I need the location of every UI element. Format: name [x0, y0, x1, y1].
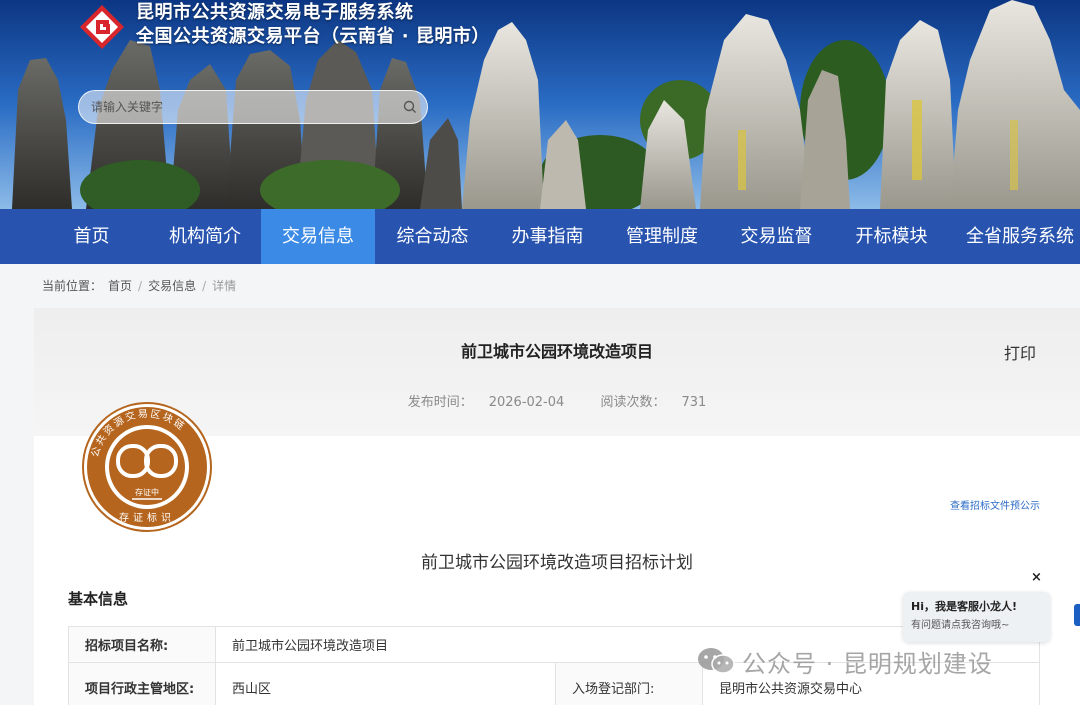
site-title-line2: 全国公共资源交易平台（云南省 · 昆明市） [136, 26, 490, 47]
article-title: 前卫城市公园环境改造项目 [460, 342, 653, 361]
site-title-line1: 昆明市公共资源交易电子服务系统 [136, 2, 414, 23]
breadcrumb: 当前位置： 首页 / 交易信息 / 详情 [42, 279, 237, 293]
publish-date: 2026-02-04 [488, 395, 565, 410]
chat-greeting: Hi，我是客服小龙人! [911, 600, 1017, 613]
watermark-text: 公众号 · 昆明规划建设 [742, 649, 993, 678]
wechat-icon [698, 648, 735, 674]
header-banner: 昆明市公共资源交易电子服务系统 全国公共资源交易平台（云南省 · 昆明市） [0, 0, 1080, 209]
table-label: 入场登记部门: [555, 662, 703, 705]
nav-item-news[interactable]: 综合动态 [375, 209, 490, 264]
nav-item-about[interactable]: 机构简介 [149, 209, 261, 264]
chat-subtext: 有问题请点我咨询哦~ [911, 620, 1010, 631]
views-label: 阅读次数： [600, 395, 666, 410]
bid-doc-preview-link[interactable]: 查看招标文件预公示 [950, 497, 1040, 512]
nav-item-bid-opening[interactable]: 开标模块 [834, 209, 949, 264]
views-count: 731 [681, 395, 707, 410]
blockchain-stamp-seal: 公共资源交易区块链 存证中 存证标识 [82, 402, 212, 532]
nav-item-trade-info[interactable]: 交易信息 [261, 209, 375, 264]
search-box [78, 90, 428, 124]
table-value: 西山区 [215, 662, 556, 705]
chat-avatar-tab[interactable] [1074, 604, 1080, 626]
breadcrumb-prefix: 当前位置： [42, 279, 103, 293]
print-button[interactable]: 打印 [1004, 340, 1036, 364]
table-label: 项目行政主管地区: [68, 662, 216, 705]
search-input[interactable] [91, 91, 391, 123]
stamp-bottom-text: 存证标识 [119, 511, 175, 524]
breadcrumb-current: 详情 [212, 279, 237, 293]
nav-item-supervision[interactable]: 交易监督 [719, 209, 834, 264]
nav-item-province-services[interactable]: 全省服务系统 [949, 209, 1080, 264]
customer-service-chat-bubble[interactable]: Hi，我是客服小龙人! 有问题请点我咨询哦~ [903, 592, 1050, 642]
publish-label: 发布时间： [407, 395, 473, 410]
breadcrumb-trade-info[interactable]: 交易信息 [148, 279, 196, 293]
stamp-center-text: 存证中 [135, 487, 159, 497]
breadcrumb-home[interactable]: 首页 [108, 279, 132, 293]
search-icon[interactable] [402, 99, 418, 115]
nav-item-rules[interactable]: 管理制度 [605, 209, 719, 264]
main-nav: 首页 机构简介 交易信息 综合动态 办事指南 管理制度 交易监督 开标模块 全省… [0, 209, 1080, 264]
site-title: 昆明市公共资源交易电子服务系统 全国公共资源交易平台（云南省 · 昆明市） [136, 1, 490, 49]
plan-title: 前卫城市公园环境改造项目招标计划 [421, 553, 693, 573]
nav-item-home[interactable]: 首页 [34, 209, 149, 264]
wechat-watermark: 公众号 · 昆明规划建设 [696, 644, 993, 678]
site-logo-icon [80, 5, 124, 49]
section-title-basic-info: 基本信息 [68, 590, 129, 608]
nav-item-guide[interactable]: 办事指南 [490, 209, 605, 264]
table-label: 招标项目名称: [68, 626, 216, 663]
chat-close-icon[interactable]: × [1031, 570, 1042, 585]
